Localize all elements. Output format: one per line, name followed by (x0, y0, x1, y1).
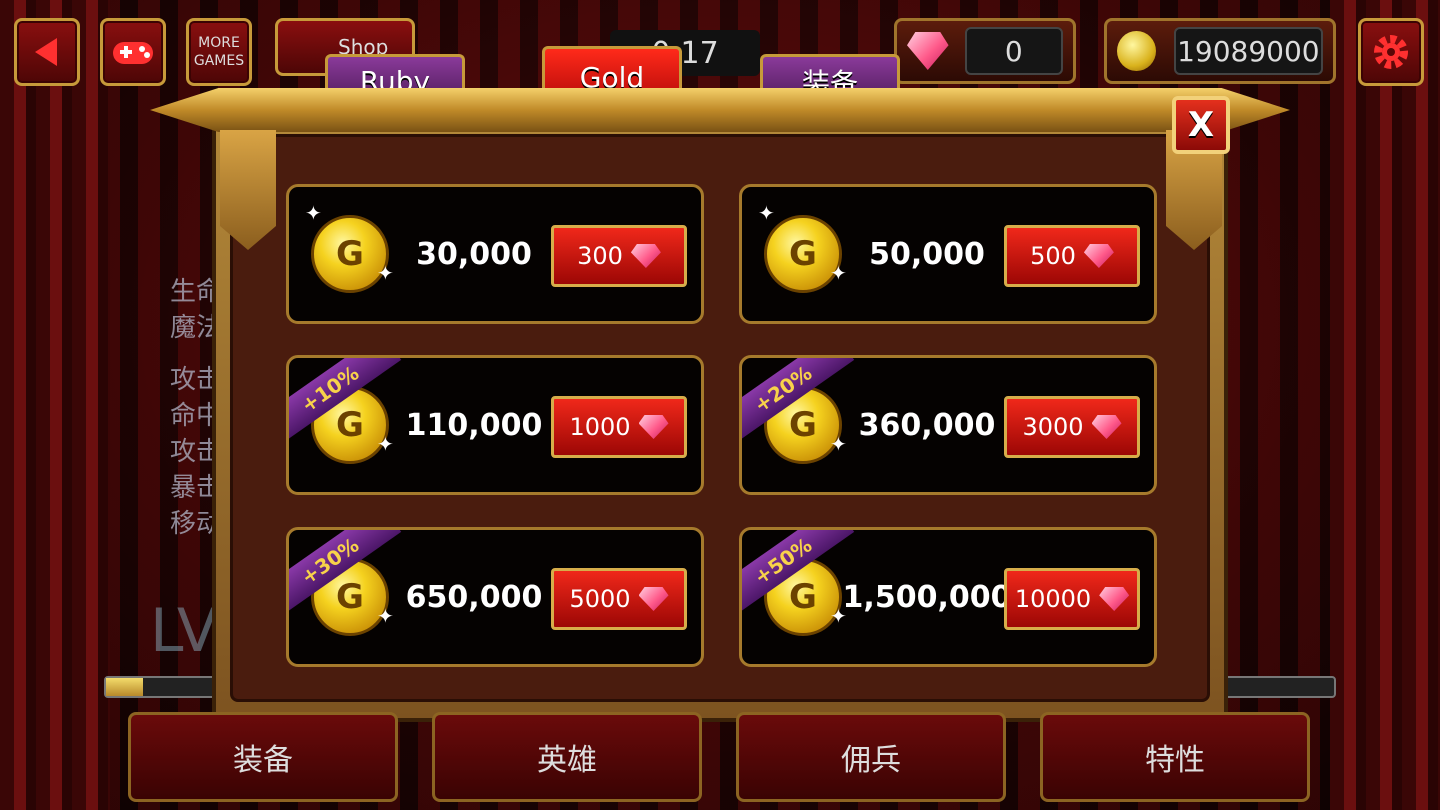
ruby-icon (1099, 587, 1130, 611)
ruby-icon (638, 415, 669, 439)
level-label: LV (150, 596, 218, 666)
buy-button[interactable]: 10000 (1004, 568, 1140, 630)
left-curtain (0, 0, 110, 810)
price-label: 500 (1030, 242, 1076, 270)
ruby-balance: 0 (894, 18, 1076, 84)
sparkle-icon: ✦ (377, 261, 394, 285)
back-button[interactable] (14, 18, 80, 86)
gear-icon (1374, 35, 1408, 69)
ruby-amount: 0 (964, 27, 1063, 75)
buy-button[interactable]: 3000 (1004, 396, 1140, 458)
games-button[interactable] (100, 18, 166, 86)
gold-coin-icon (1117, 31, 1156, 71)
gamepad-icon (113, 42, 153, 64)
more-games-button[interactable]: MORE GAMES (186, 18, 252, 86)
price-label: 1000 (569, 413, 631, 441)
buy-button[interactable]: 5000 (551, 568, 687, 630)
sparkle-icon: ✦ (377, 604, 394, 628)
ruby-icon (638, 587, 669, 611)
gold-amount: 30,000 (416, 236, 532, 272)
buy-button[interactable]: 1000 (551, 396, 687, 458)
gold-offer: G ✦ ✦ 50,000 500 (739, 184, 1157, 324)
ruby-icon (907, 32, 949, 70)
bottom-tab-mercenaries[interactable]: 佣兵 (736, 712, 1006, 802)
gold-offer: G ✦ +10% 110,000 1000 (286, 355, 704, 495)
banner-rod (150, 88, 1290, 132)
bottom-tab-equipment[interactable]: 装备 (128, 712, 398, 802)
gold-offer: G ✦ ✦ 30,000 300 (286, 184, 704, 324)
sparkle-icon: ✦ (305, 201, 322, 225)
gold-offer: G ✦ +30% 650,000 5000 (286, 527, 704, 667)
ruby-icon (630, 244, 661, 268)
gold-balance: 19089000 (1104, 18, 1336, 84)
xp-bar-fill (106, 678, 143, 696)
sparkle-icon: ✦ (377, 432, 394, 456)
gold-amount: 19089000 (1173, 27, 1323, 75)
back-arrow-icon (35, 38, 57, 66)
bottom-tab-heroes[interactable]: 英雄 (432, 712, 702, 802)
settings-button[interactable] (1358, 18, 1424, 86)
gold-amount: 360,000 (858, 407, 996, 443)
ruby-icon (1083, 244, 1114, 268)
gold-offer: G ✦ +20% 360,000 3000 (739, 355, 1157, 495)
sparkle-icon: ✦ (830, 261, 847, 285)
price-label: 10000 (1014, 585, 1092, 613)
gold-amount: 50,000 (869, 236, 985, 272)
bottom-tab-traits[interactable]: 特性 (1040, 712, 1310, 802)
gold-amount: 110,000 (405, 407, 543, 443)
ruby-icon (1091, 415, 1122, 439)
price-label: 5000 (569, 585, 631, 613)
sparkle-icon: ✦ (758, 201, 775, 225)
close-button[interactable]: X (1172, 96, 1230, 154)
right-curtain (1330, 0, 1440, 810)
gold-offer: G ✦ +50% 1,500,000 10000 (739, 527, 1157, 667)
left-banner (220, 130, 276, 250)
buy-button[interactable]: 500 (1004, 225, 1140, 287)
buy-button[interactable]: 300 (551, 225, 687, 287)
gold-amount: 1,500,000 (842, 579, 1012, 615)
price-label: 300 (577, 242, 623, 270)
price-label: 3000 (1022, 413, 1084, 441)
gold-amount: 650,000 (405, 579, 543, 615)
sparkle-icon: ✦ (830, 432, 847, 456)
